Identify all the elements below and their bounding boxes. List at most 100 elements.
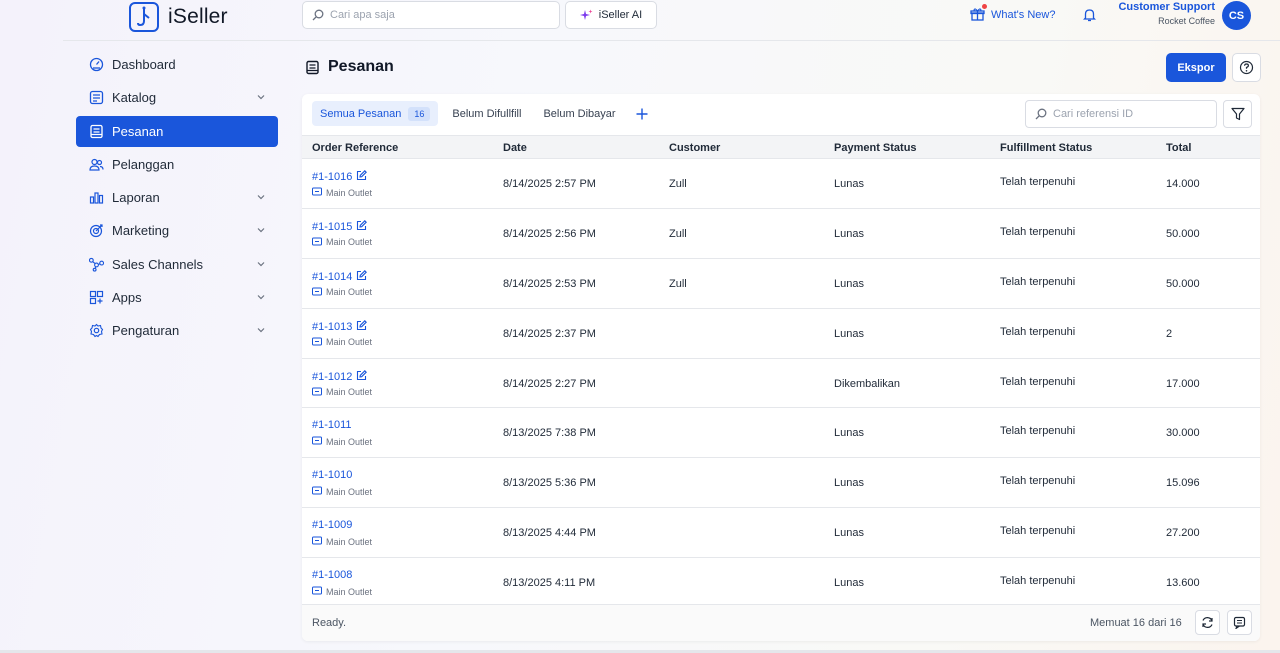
sidebar-item-label: Katalog xyxy=(112,90,157,106)
table-header: Order Reference Date Customer Payment St… xyxy=(302,135,1260,159)
sidebar-item-pesanan[interactable]: Pesanan xyxy=(76,115,278,147)
ai-label: iSeller AI xyxy=(598,9,643,21)
table-row[interactable]: #1-1011 Main Outlet 8/13/2025 7:38 PM Lunas… xyxy=(302,408,1260,459)
sidebar-item-laporan[interactable]: Laporan xyxy=(76,182,278,213)
sidebar: Dashboard Katalog Pesanan Pelanggan Lapo… xyxy=(76,49,278,349)
sidebar-item-pelanggan[interactable]: Pelanggan xyxy=(76,149,278,180)
order-reference[interactable]: #1-1015 xyxy=(312,221,352,233)
export-button[interactable]: Ekspor xyxy=(1166,53,1226,82)
sidebar-item-marketing[interactable]: Marketing xyxy=(76,215,278,246)
edit-icon[interactable] xyxy=(356,369,368,384)
table-row[interactable]: #1-1015 Main Outlet 8/14/2025 2:56 PM Zull L… xyxy=(302,209,1260,259)
table-row[interactable]: #1-1014 Main Outlet 8/14/2025 2:53 PM Zull L… xyxy=(302,259,1260,309)
comment-button[interactable] xyxy=(1227,610,1252,635)
order-reference-link[interactable]: #1-1015 xyxy=(312,219,368,234)
column-header[interactable]: Fulfillment Status xyxy=(1000,142,1092,154)
outlet-name: Main Outlet xyxy=(326,287,373,298)
payment-status: Lunas xyxy=(834,227,864,240)
fulfillment-status: Telah terpenuhi xyxy=(1000,176,1076,188)
order-reference-link[interactable]: #1-1010 xyxy=(312,469,352,481)
order-reference-link[interactable]: #1-1014 xyxy=(312,269,368,284)
help-icon xyxy=(1239,60,1254,75)
sidebar-item-apps[interactable]: Apps xyxy=(76,282,278,313)
sidebar-item-dashboard[interactable]: Dashboard xyxy=(76,49,278,80)
order-total: 17.000 xyxy=(1166,377,1200,390)
column-header[interactable]: Date xyxy=(503,142,527,154)
order-reference[interactable]: #1-1010 xyxy=(312,469,352,481)
order-reference-link[interactable]: #1-1009 xyxy=(312,519,352,531)
chevron-down-icon xyxy=(257,195,265,200)
outlet-name: Main Outlet xyxy=(326,387,373,398)
order-date: 8/13/2025 4:11 PM xyxy=(503,577,596,590)
order-tabs: Semua Pesanan 16 Belum Difullfill Belum … xyxy=(312,101,648,126)
order-reference-link[interactable]: #1-1011 xyxy=(312,419,352,431)
order-reference[interactable]: #1-1016 xyxy=(312,171,352,183)
sales-channels-icon xyxy=(89,257,104,272)
edit-icon[interactable] xyxy=(356,269,368,284)
order-reference[interactable]: #1-1012 xyxy=(312,371,352,383)
page-title: Pesanan xyxy=(305,58,394,76)
order-reference[interactable]: #1-1009 xyxy=(312,519,352,531)
sidebar-item-sales-channels[interactable]: Sales Channels xyxy=(76,249,278,280)
user-info[interactable]: Customer Support Rocket Coffee xyxy=(1118,1,1215,26)
order-reference[interactable]: #1-1008 xyxy=(312,569,352,581)
store-icon xyxy=(312,486,322,497)
global-search-input[interactable] xyxy=(330,9,530,21)
table-row[interactable]: #1-1013 Main Outlet 8/14/2025 2:37 PM Lunas… xyxy=(302,309,1260,359)
table-row[interactable]: #1-1009 Main Outlet 8/13/2025 4:44 PM Lunas… xyxy=(302,508,1260,559)
order-reference[interactable]: #1-1013 xyxy=(312,321,352,333)
column-header[interactable]: Order Reference xyxy=(312,142,398,154)
order-date: 8/14/2025 2:27 PM xyxy=(503,377,596,390)
table-row[interactable]: #1-1012 Main Outlet 8/14/2025 2:27 PM Dikem… xyxy=(302,359,1260,409)
reference-search-input[interactable] xyxy=(1053,108,1203,120)
add-tab-icon[interactable] xyxy=(636,108,648,120)
order-reference-link[interactable]: #1-1016 xyxy=(312,170,368,184)
column-header[interactable]: Total xyxy=(1166,142,1191,154)
sidebar-item-katalog[interactable]: Katalog xyxy=(76,82,278,113)
global-search[interactable] xyxy=(302,1,560,29)
table-row[interactable]: #1-1010 Main Outlet 8/13/2025 5:36 PM Lunas… xyxy=(302,458,1260,509)
avatar[interactable]: CS xyxy=(1222,1,1251,30)
bell-icon[interactable] xyxy=(1082,8,1097,25)
outlet-label: Main Outlet xyxy=(312,586,372,597)
order-date: 8/14/2025 2:37 PM xyxy=(503,327,596,340)
status-text: Ready. xyxy=(312,617,347,629)
table-row[interactable]: #1-1008 Main Outlet 8/13/2025 4:11 PM Lunas… xyxy=(302,558,1260,609)
table-row[interactable]: #1-1016 Main Outlet 8/14/2025 2:57 PM Zull L… xyxy=(302,159,1260,209)
order-reference-link[interactable]: #1-1008 xyxy=(312,569,352,581)
sidebar-item-label: Sales Channels xyxy=(112,256,204,272)
payment-status: Lunas xyxy=(834,327,864,340)
order-reference-link[interactable]: #1-1012 xyxy=(312,369,368,384)
edit-icon[interactable] xyxy=(356,319,368,334)
order-reference[interactable]: #1-1011 xyxy=(312,419,352,431)
header-divider xyxy=(63,40,1280,41)
filter-button[interactable] xyxy=(1223,100,1252,128)
tab-belum-difullfill[interactable]: Belum Difullfill xyxy=(444,101,529,126)
column-header[interactable]: Payment Status xyxy=(834,142,917,154)
reference-search[interactable] xyxy=(1025,100,1217,128)
tab-semua-pesanan[interactable]: Semua Pesanan 16 xyxy=(312,101,439,126)
order-reference[interactable]: #1-1014 xyxy=(312,271,352,283)
order-total: 13.600 xyxy=(1166,577,1200,590)
edit-icon[interactable] xyxy=(356,219,368,234)
fulfillment-status: Telah terpenuhi xyxy=(1000,275,1076,288)
edit-icon[interactable] xyxy=(356,170,368,184)
whats-new-link[interactable]: What's New? xyxy=(970,4,1055,22)
order-reference-link[interactable]: #1-1013 xyxy=(312,319,368,334)
sidebar-item-label: Dashboard xyxy=(112,57,176,72)
payment-status: Lunas xyxy=(834,427,864,440)
store-icon xyxy=(312,237,322,248)
logo[interactable]: iSeller xyxy=(129,2,228,32)
fulfillment-status: Telah terpenuhi xyxy=(1000,575,1076,588)
sidebar-item-pengaturan[interactable]: Pengaturan xyxy=(76,315,278,346)
help-button[interactable] xyxy=(1232,53,1261,82)
iseller-ai-button[interactable]: iSeller AI xyxy=(565,1,657,29)
column-header[interactable]: Customer xyxy=(669,142,720,154)
refresh-button[interactable] xyxy=(1195,610,1220,635)
tab-label: Semua Pesanan xyxy=(320,107,402,120)
tab-belum-dibayar[interactable]: Belum Dibayar xyxy=(535,101,623,126)
payment-status: Lunas xyxy=(834,277,864,290)
sidebar-item-label: Laporan xyxy=(112,190,160,206)
store-icon xyxy=(312,536,322,547)
order-date: 8/13/2025 4:44 PM xyxy=(503,527,596,540)
